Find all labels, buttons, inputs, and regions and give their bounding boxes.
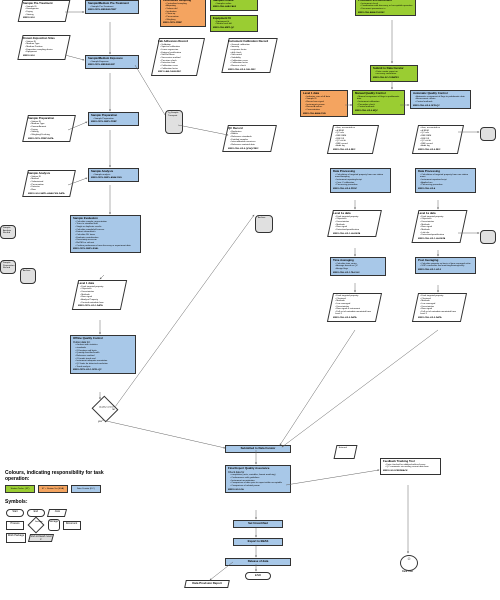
node-lvl2-2: • Final targeted property• Clustered• Me… — [412, 293, 467, 322]
node-export-ebas: Export to EBAS — [233, 538, 283, 546]
node-sample-prep-data: Sample Preparation• Station ID• Medium T… — [22, 115, 76, 142]
cyl-r1 — [480, 127, 496, 141]
cyl-r2 — [480, 230, 496, 244]
node-b20b: • then, accounted no• df REM• QC rule• R… — [412, 125, 464, 154]
node-sample-pretreat-data: Sample Pre-Treatment• Sample ID• Homogen… — [18, 0, 71, 22]
node-external: External — [334, 445, 358, 459]
cyl-arch2: Archive — [20, 268, 36, 284]
node-lvl1a-2: Level 1a data• Final targeted property• … — [412, 210, 468, 243]
node-man-qc: Manual Quality Control• Manual assignmen… — [352, 90, 405, 115]
cyl-sp: Sample Preparation Record — [0, 260, 16, 274]
node-sample-prep: Sample Preparation• Sample PreparationMS… — [88, 112, 139, 126]
node-final-qa: Final Export Quality AssuranceCheck data… — [225, 465, 291, 493]
node-dpr: Data Provision Report — [184, 580, 230, 588]
node-sample-analysis: Sample Analysis• Sample analysisMSF0-OFF… — [88, 168, 139, 182]
node-proc-assess: Procedure & Assessment• Instrument check… — [355, 0, 416, 16]
node-end: END — [245, 572, 271, 580]
items: • Sample ID• Homogenize• Drying• Sieving — [23, 6, 65, 17]
cyl-archive1: Archive — [255, 215, 273, 233]
node-submit-dc1: Submit to Data Curator• Data curator rep… — [370, 65, 418, 82]
node-lvl1a-1: Level 1a data• Final targeted property• … — [327, 210, 382, 237]
node-known-expo: Known Exposition Sites• Station ID• Medi… — [17, 35, 70, 60]
node-off-qc: Offline Quality ControlOutput data for:•… — [70, 335, 136, 374]
node-set-uncert: Set Uncertified — [233, 520, 283, 528]
node-lvl1-data: Level 1 data• Final targeted property• O… — [72, 280, 127, 310]
cyl-transport: Lg Sample Transport — [165, 110, 183, 134]
node-dproc1: Data Processing• Calculation of targeted… — [330, 168, 391, 193]
node-release: Release of data — [225, 558, 291, 566]
node-central-sampling: Centralized sampling• Centralized sampli… — [160, 0, 206, 27]
label-yes: yes — [98, 420, 102, 423]
node-time-avg: Time Averaging• Calculate time series• A… — [330, 257, 386, 276]
legend: Colours, indicating responsibility for t… — [5, 470, 110, 544]
node-lvl2-1: • Final targeted property• Clustered• Me… — [327, 293, 382, 322]
node-submit-dc: Submitted to Data Curator — [225, 445, 291, 453]
node-lab-adh: Lab Adhesives Record• Validation• Spectr… — [151, 38, 205, 76]
node-b20a: • then, accounted no• df REM• QC rule• R… — [327, 125, 379, 154]
node-medium-expo: Sample/Medium Exposure• Sample ExposureM… — [85, 55, 139, 69]
node-equip-fit: Equipment fit• Equipment fit• Normal rac… — [210, 15, 258, 32]
cyl-sa: Sample Analysis Record — [0, 225, 16, 239]
node-sample-analysis-data: Sample Analysis• Station ID• Method• Vol… — [22, 170, 76, 197]
icon-user: ☺ — [400, 555, 418, 571]
node-samples-online: Samples online• Samples onlineMSF0-ONL-L… — [210, 0, 258, 11]
node-post-avg: Post Averaging• Calculate property on ba… — [415, 257, 476, 274]
node-instr-cal: Instrument Calibration Record• General c… — [221, 38, 277, 73]
node-qc-record: QC Record• Replicates• Blanks• Reference… — [222, 125, 277, 152]
node-dproc2: Data Processing• Calculation of targeted… — [415, 168, 476, 193]
label-no: no — [112, 408, 115, 411]
node-medium-pretreat: Sample/Medium Pre-Treatment• Sample Pre-… — [85, 0, 139, 14]
node-lvl1-orange: Level 1 data• Indicates scan of df data•… — [300, 90, 348, 117]
node-feedback: Feedback Tracking Tool• Data checked for… — [380, 458, 441, 475]
node-auto-qc: Automatic Quality Control• Automatic ass… — [410, 90, 471, 109]
node-sample-eval: Sample Evaluation• Calculate sample conc… — [70, 215, 141, 253]
